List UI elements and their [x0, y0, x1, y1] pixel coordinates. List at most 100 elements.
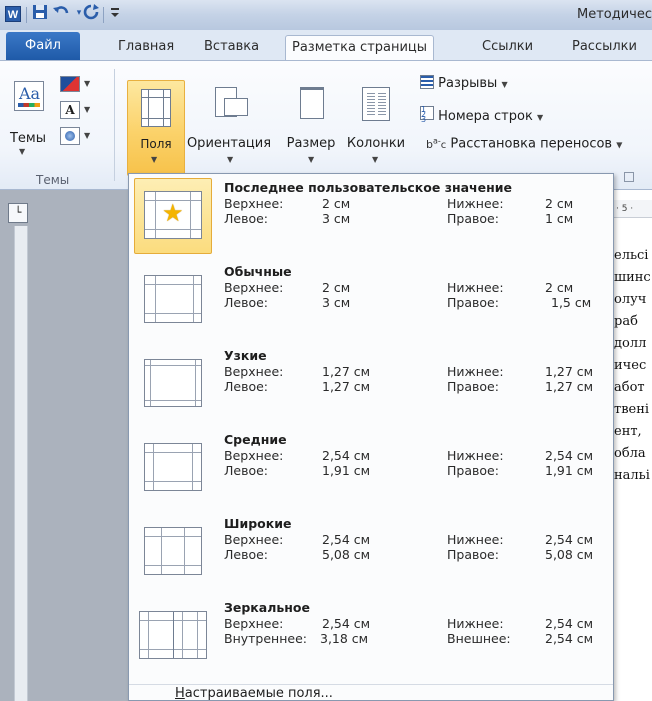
- option-label: Нижнее:: [447, 532, 504, 547]
- margin-thumbnail: [134, 598, 212, 674]
- option-label: Левое:: [224, 211, 269, 226]
- chevron-down-icon: ▼: [501, 80, 508, 89]
- doc-line: обла: [614, 446, 646, 461]
- margin-thumbnail: [134, 262, 212, 338]
- custom-margins-label: астраиваемые поля...: [184, 686, 333, 701]
- option-label: Верхнее:: [224, 364, 284, 379]
- tab-home[interactable]: Главная: [112, 35, 180, 60]
- tab-references[interactable]: Ссылки: [476, 35, 539, 60]
- chevron-down-icon: ▼: [616, 140, 623, 150]
- theme-colors-icon[interactable]: [60, 76, 80, 92]
- ribbon-tabs: Файл Главная Вставка Разметка страницы С…: [0, 30, 652, 60]
- option-label: Нижнее:: [447, 616, 504, 631]
- option-label: Правое:: [447, 295, 499, 310]
- group-separator: [114, 69, 115, 181]
- tab-insert[interactable]: Вставка: [198, 35, 265, 60]
- custom-margins-accelerator: Н: [175, 686, 185, 701]
- orientation-icon: [215, 87, 248, 117]
- option-value: 3,18 см: [320, 631, 369, 646]
- tab-selector-icon[interactable]: └: [8, 203, 28, 223]
- doc-line: олуч: [614, 292, 647, 307]
- star-icon: ★: [162, 199, 184, 227]
- margin-thumbnail: [134, 514, 212, 590]
- margin-option-moderate[interactable]: Средние Верхнее: 2,54 см Нижнее: 2,54 см…: [129, 426, 613, 510]
- margins-button[interactable]: Поля ▼: [127, 80, 185, 176]
- margin-option-wide[interactable]: Широкие Верхнее: 2,54 см Нижнее: 2,54 см…: [129, 510, 613, 594]
- option-label: Левое:: [224, 547, 269, 562]
- option-label: Верхнее:: [224, 280, 284, 295]
- doc-line: твені: [614, 402, 650, 417]
- undo-icon[interactable]: [52, 3, 70, 21]
- option-value: 1,91 см: [545, 463, 594, 478]
- option-value: 2,54 см: [322, 616, 371, 631]
- horizontal-ruler: · 5 ·: [614, 200, 652, 218]
- option-name: Средние: [224, 432, 287, 447]
- page-preview-icon: [144, 527, 202, 575]
- page-preview-icon: [139, 611, 207, 659]
- option-value: 1 см: [545, 211, 574, 226]
- page-preview-icon: [144, 275, 202, 323]
- page-preview-icon: ★: [144, 191, 202, 239]
- customize-qa-icon[interactable]: [106, 4, 124, 22]
- option-name: Узкие: [224, 348, 267, 363]
- option-value: 2,54 см: [322, 448, 371, 463]
- line-numbers-icon: 123: [420, 106, 434, 124]
- menu-separator: [129, 684, 613, 685]
- word-app-icon[interactable]: W: [5, 6, 21, 22]
- chevron-down-icon: ▼: [84, 105, 91, 114]
- breaks-button[interactable]: Разрывы ▼: [420, 75, 508, 91]
- theme-fonts-icon[interactable]: A: [60, 101, 80, 119]
- page-preview-icon: [144, 359, 202, 407]
- save-icon[interactable]: [31, 4, 49, 22]
- option-value: 3 см: [322, 295, 351, 310]
- vertical-ruler: [14, 226, 28, 701]
- themes-button[interactable]: Aa Темы ▼: [2, 73, 52, 168]
- chevron-down-icon: ▼: [84, 79, 91, 88]
- dialog-launcher-icon[interactable]: [624, 172, 634, 182]
- option-value: 2,54 см: [545, 631, 594, 646]
- option-value: 2,54 см: [322, 532, 371, 547]
- option-value: 1,27 см: [322, 379, 371, 394]
- chevron-down-icon: ▼: [308, 155, 315, 164]
- redo-icon[interactable]: [82, 3, 100, 21]
- option-label: Верхнее:: [224, 196, 284, 211]
- columns-icon: [362, 87, 390, 121]
- margin-option-normal[interactable]: Обычные Верхнее: 2 см Нижнее: 2 см Левое…: [129, 258, 613, 342]
- doc-line: ельсі: [614, 248, 649, 263]
- hyphenation-button[interactable]: ba-c Расстановка переносов ▼: [426, 136, 622, 152]
- title-bar: W ▾ Методичес: [0, 0, 652, 30]
- line-numbers-button[interactable]: 123 Номера строк ▼: [420, 106, 543, 124]
- document-area[interactable]: · 5 · ельсі шинс олуч раб долл ичес абот…: [614, 190, 652, 701]
- margin-thumbnail: ★: [134, 178, 212, 254]
- option-label: Правое:: [447, 379, 499, 394]
- doc-line: нальі: [614, 468, 650, 483]
- tab-mailings[interactable]: Рассылки: [566, 35, 643, 60]
- option-value: 2,54 см: [545, 532, 594, 547]
- theme-effects-icon[interactable]: [60, 127, 80, 145]
- option-value: 2 см: [322, 280, 351, 295]
- qa-separator: [103, 7, 104, 23]
- margin-thumbnail: [134, 346, 212, 422]
- doc-line: ент,: [614, 424, 642, 439]
- chevron-down-icon: ▼: [372, 155, 379, 164]
- orientation-button[interactable]: Ориентация ▼: [185, 73, 273, 168]
- doc-line: абот: [614, 380, 645, 395]
- margin-option-narrow[interactable]: Узкие Верхнее: 1,27 см Нижнее: 1,27 см Л…: [129, 342, 613, 426]
- breaks-icon: [420, 75, 434, 89]
- custom-margins-item[interactable]: Настраиваемые поля...: [175, 686, 333, 701]
- option-label: Левое:: [224, 295, 269, 310]
- margin-option-last-custom[interactable]: ★ Последнее пользовательское значение Ве…: [129, 174, 613, 258]
- size-button[interactable]: Размер ▼: [280, 73, 342, 168]
- option-label: Внешнее:: [447, 631, 511, 646]
- option-label: Нижнее:: [447, 364, 504, 379]
- option-label: Нижнее:: [447, 280, 504, 295]
- tab-file[interactable]: Файл: [6, 32, 80, 60]
- option-value: 3 см: [322, 211, 351, 226]
- size-label: Размер: [286, 136, 336, 151]
- tab-page-layout[interactable]: Разметка страницы: [285, 35, 435, 60]
- option-name: Широкие: [224, 516, 292, 531]
- chevron-down-icon: ▼: [227, 155, 234, 164]
- margin-option-mirrored[interactable]: Зеркальное Верхнее: 2,54 см Нижнее: 2,54…: [129, 594, 613, 678]
- option-name: Обычные: [224, 264, 292, 279]
- columns-button[interactable]: Колонки ▼: [342, 73, 410, 168]
